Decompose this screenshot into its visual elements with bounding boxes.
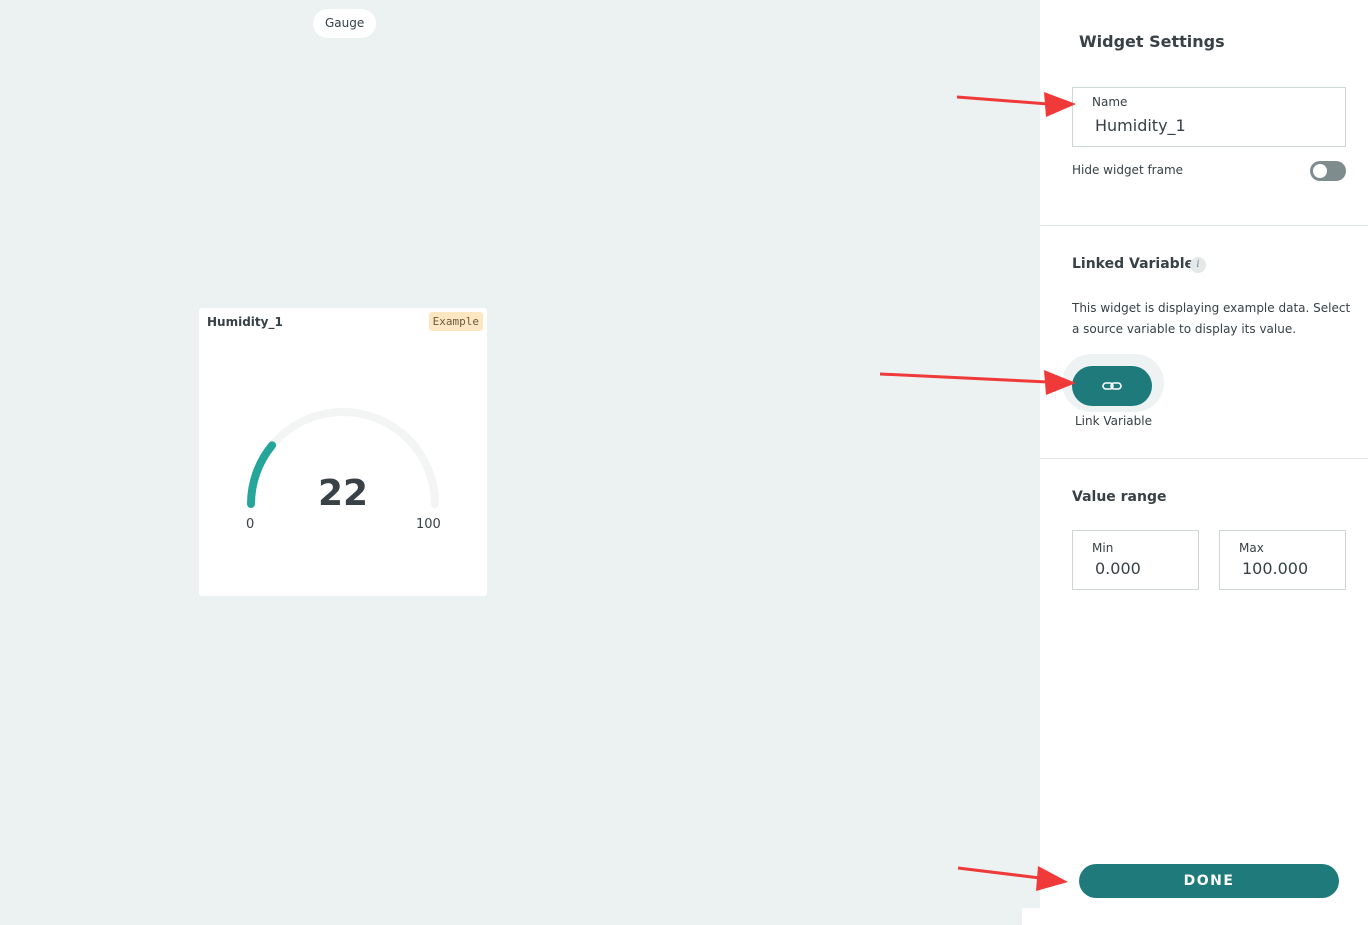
name-field[interactable]: Name Humidity_1: [1072, 87, 1346, 147]
section-divider: [1040, 458, 1368, 459]
widget-title: Humidity_1: [207, 315, 283, 329]
hide-frame-toggle[interactable]: [1310, 161, 1346, 181]
link-variable-button[interactable]: [1072, 366, 1152, 406]
min-value[interactable]: 0.000: [1095, 559, 1141, 578]
panel-title: Widget Settings: [1079, 32, 1225, 51]
link-icon: [1102, 382, 1122, 390]
gauge-chart: [247, 408, 439, 508]
section-divider: [1040, 225, 1368, 226]
gauge-min-label: 0: [246, 517, 255, 532]
max-label: Max: [1239, 541, 1264, 555]
max-field[interactable]: Max 100.000: [1219, 530, 1346, 590]
example-badge: Example: [428, 312, 483, 331]
linked-variable-description: This widget is displaying example data. …: [1072, 301, 1351, 336]
done-button[interactable]: DONE: [1079, 864, 1339, 898]
min-field[interactable]: Min 0.000: [1072, 530, 1199, 590]
hide-frame-label: Hide widget frame: [1072, 163, 1184, 177]
value-range-title: Value range: [1072, 489, 1167, 505]
min-label: Min: [1092, 541, 1114, 555]
info-icon[interactable]: i: [1190, 257, 1206, 273]
max-value[interactable]: 100.000: [1242, 559, 1308, 578]
panel-bottom-strip: [1022, 908, 1368, 925]
link-variable-label[interactable]: Link Variable: [1075, 414, 1152, 428]
gauge-max-label: 100: [416, 517, 441, 532]
linked-variable-title: Linked Variable: [1072, 256, 1194, 272]
gauge-value: 22: [317, 473, 369, 514]
gauge-widget[interactable]: Humidity_1 Example 22 0 100: [199, 308, 487, 596]
widget-type-label: Gauge: [313, 9, 377, 38]
widget-settings-panel: Widget Settings Name Humidity_1 Hide wid…: [1040, 0, 1368, 908]
name-field-label: Name: [1092, 95, 1128, 109]
toggle-knob: [1313, 164, 1327, 178]
dashboard-canvas: Gauge Humidity_1 Example 22 0 100: [0, 0, 1040, 925]
name-field-value[interactable]: Humidity_1: [1095, 116, 1186, 135]
